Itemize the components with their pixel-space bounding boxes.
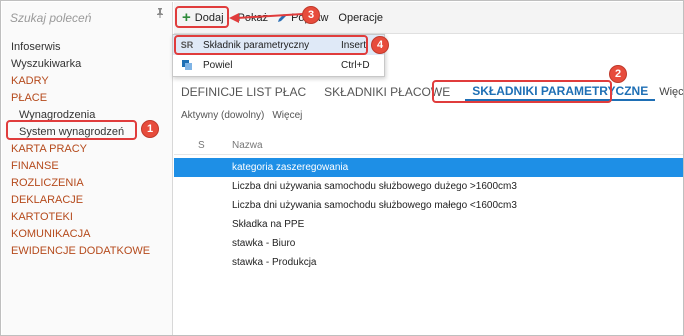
sr-icon: SR — [180, 40, 194, 50]
menu-item-skladnik-parametryczny[interactable]: SR Składnik parametryczny Insert — [173, 35, 384, 55]
column-header-name[interactable]: Nazwa — [232, 140, 263, 151]
row-name: Liczba dni używania samochodu służbowego… — [232, 181, 517, 192]
add-button[interactable]: + Dodaj — [178, 7, 228, 29]
sidebar-item-rozliczenia[interactable]: ROZLICZENIA — [2, 175, 173, 192]
sidebar-item-kartoteki[interactable]: KARTOTEKI — [2, 209, 173, 226]
show-button-label: Pokaż — [237, 11, 269, 24]
show-button[interactable]: Pokaż — [234, 7, 273, 29]
badge-4: 4 — [371, 36, 389, 54]
tab-definicje-list-plac[interactable]: DEFINICJE LIST PŁAC — [174, 85, 313, 99]
sidebar-item-finanse[interactable]: FINANSE — [2, 158, 173, 175]
badge-2: 2 — [609, 65, 627, 83]
sidebar-item-komunikacja[interactable]: KOMUNIKACJA — [2, 226, 173, 243]
tab-more[interactable]: Więcej — [655, 86, 683, 98]
sidebar-item-infoserwis[interactable]: Infoserwis — [2, 39, 173, 56]
menu-item-shortcut: Insert — [341, 39, 367, 51]
sidebar-nav: Infoserwis Wyszukiwarka KADRY PŁACE Wyna… — [2, 39, 173, 260]
column-header-s[interactable]: S — [198, 140, 205, 151]
menu-item-label: Składnik parametryczny — [203, 39, 310, 51]
add-button-label: Dodaj — [194, 11, 224, 24]
pencil-icon — [278, 13, 287, 22]
sidebar-item-kadry[interactable]: KADRY — [2, 73, 173, 90]
badge-3: 3 — [302, 6, 320, 24]
filter-more-link[interactable]: Więcej — [272, 110, 302, 121]
add-dropdown-menu: SR Składnik parametryczny Insert Powiel … — [172, 34, 385, 77]
tab-skladniki-parametryczne[interactable]: SKŁADNIKI PARAMETRYCZNE — [465, 84, 656, 101]
sidebar-item-ewidencje-dodatkowe[interactable]: EWIDENCJE DODATKOWE — [2, 243, 173, 260]
table-row[interactable]: Liczba dni używania samochodu służbowego… — [174, 177, 683, 196]
table-row[interactable]: stawka - Produkcja — [174, 253, 683, 272]
sidebar-item-karta-pracy[interactable]: KARTA PRACY — [2, 141, 173, 158]
filter-bar: Aktywny (dowolny) Więcej — [181, 110, 302, 121]
row-name: Liczba dni używania samochodu służbowego… — [232, 200, 517, 211]
row-name: Składka na PPE — [232, 219, 305, 230]
table-row[interactable]: Składka na PPE — [174, 215, 683, 234]
plus-icon: + — [182, 9, 191, 26]
toolbar: + Dodaj Pokaż Popraw Operacje — [174, 2, 683, 34]
tab-strip: DEFINICJE LIST PŁAC SKŁADNIKI PŁACOWE SK… — [174, 81, 683, 103]
data-grid: S Nazwa kategoria zaszeregowania Liczba … — [174, 137, 683, 272]
duplicate-icon — [182, 60, 192, 70]
sidebar: Szukaj poleceń Infoserwis Wyszukiwarka K… — [2, 2, 173, 335]
tab-skladniki-placowe[interactable]: SKŁADNIKI PŁACOWE — [317, 85, 457, 99]
pin-icon[interactable] — [154, 7, 166, 19]
app-window: Szukaj poleceń Infoserwis Wyszukiwarka K… — [0, 0, 684, 336]
grid-header: S Nazwa — [174, 137, 683, 155]
menu-item-shortcut: Ctrl+D — [341, 59, 370, 71]
sidebar-item-deklaracje[interactable]: DEKLARACJE — [2, 192, 173, 209]
badge-1: 1 — [141, 120, 159, 138]
menu-item-powiel[interactable]: Powiel Ctrl+D — [173, 55, 384, 75]
table-row[interactable]: Liczba dni używania samochodu służbowego… — [174, 196, 683, 215]
row-name: stawka - Biuro — [232, 238, 296, 249]
menu-item-label: Powiel — [203, 59, 233, 71]
table-row[interactable]: kategoria zaszeregowania — [174, 158, 683, 177]
sidebar-item-place[interactable]: PŁACE — [2, 90, 173, 107]
status-filter[interactable]: Aktywny (dowolny) — [181, 110, 264, 121]
table-row[interactable]: stawka - Biuro — [174, 234, 683, 253]
row-name: stawka - Produkcja — [232, 257, 317, 268]
operations-button-label: Operacje — [338, 11, 384, 24]
sidebar-item-wyszukiwarka[interactable]: Wyszukiwarka — [2, 56, 173, 73]
row-name: kategoria zaszeregowania — [232, 162, 349, 173]
search-input[interactable]: Szukaj poleceń — [4, 6, 169, 30]
operations-button[interactable]: Operacje — [334, 7, 387, 29]
